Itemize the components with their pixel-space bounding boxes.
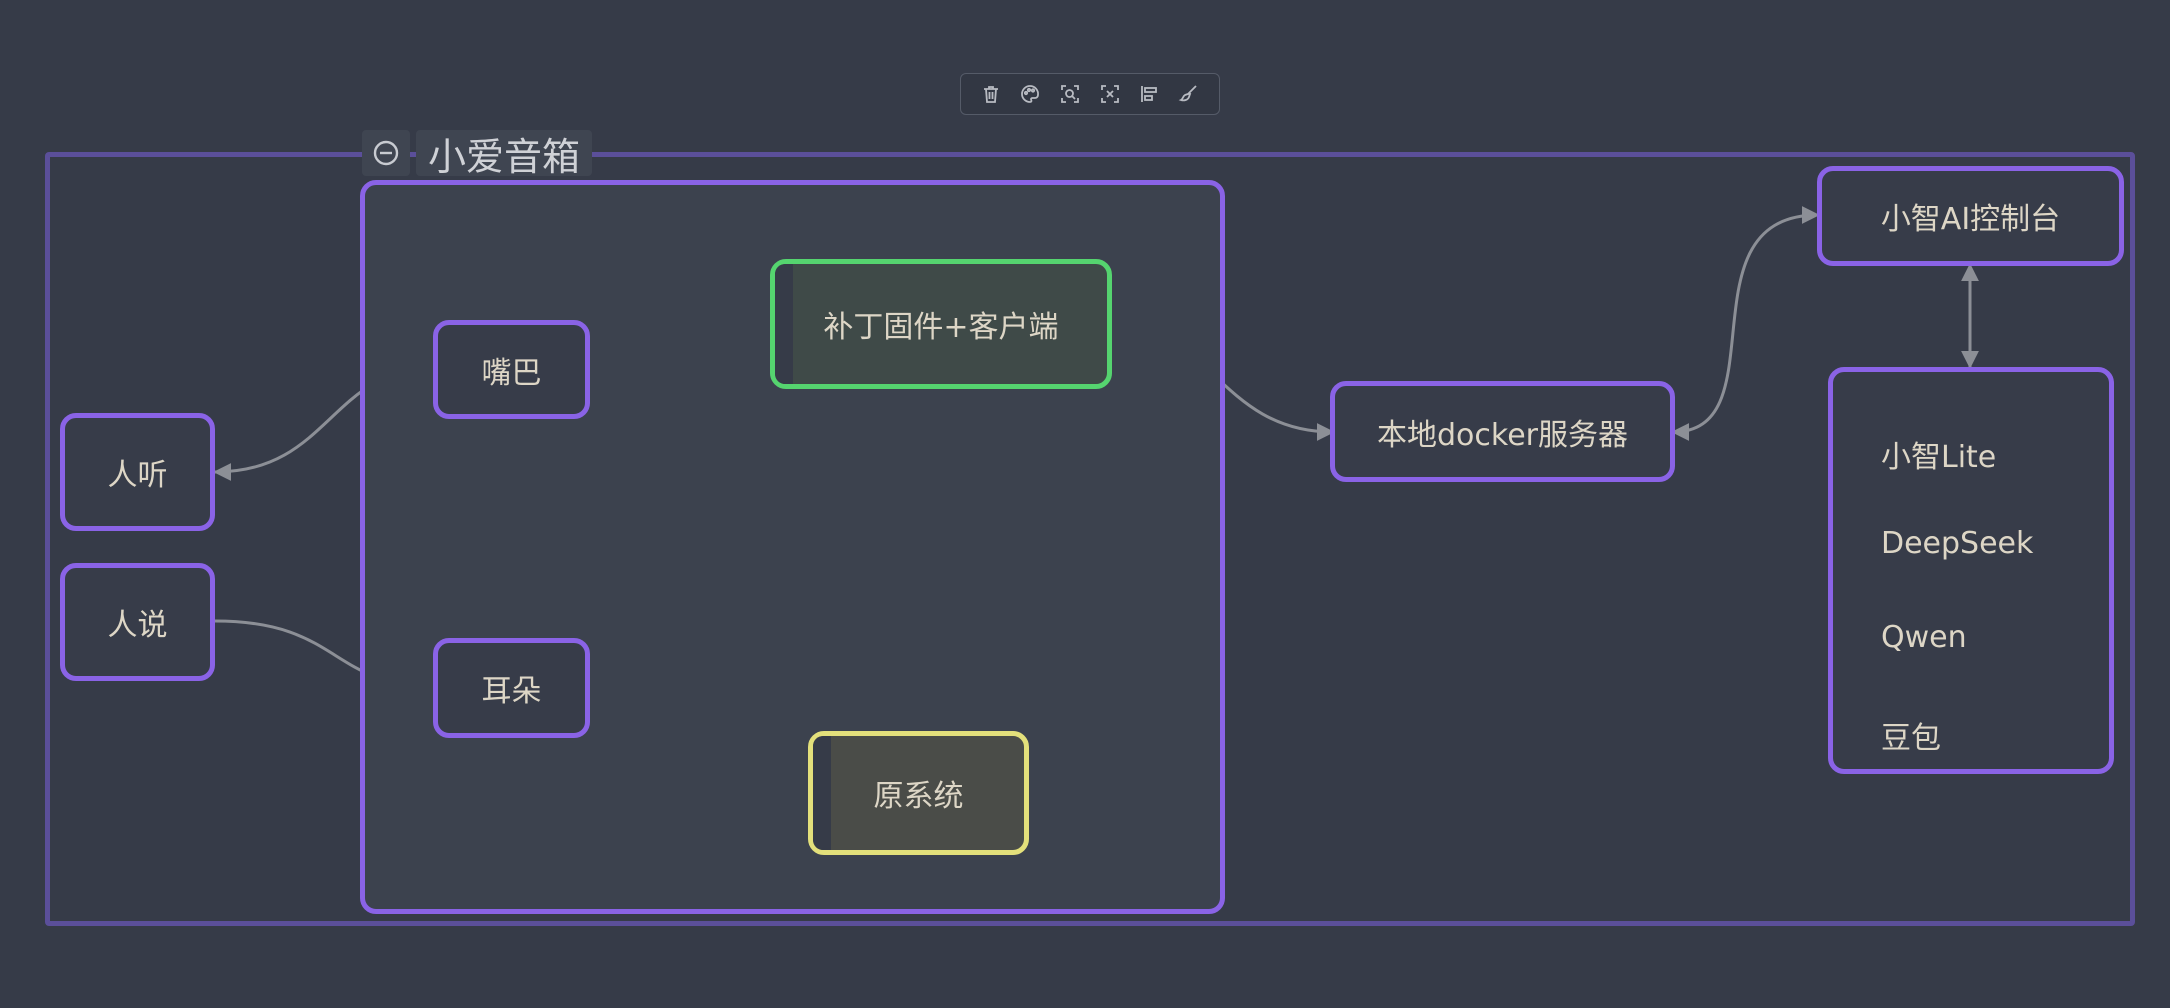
- model-item: 小智Lite: [1881, 440, 1997, 475]
- group-header: 小爱音箱: [362, 130, 593, 179]
- delete-button[interactable]: [977, 80, 1005, 108]
- node-label: 人说: [107, 608, 168, 643]
- node-ai-console[interactable]: 小智AI控制台: [1817, 166, 2124, 266]
- node-original-system[interactable]: 原系统: [808, 731, 1029, 855]
- zoom-to-selection-button[interactable]: [1056, 80, 1084, 108]
- model-item: DeepSeek: [1881, 526, 2034, 561]
- node-label: 人听: [107, 458, 168, 493]
- brush-icon: [1178, 85, 1197, 102]
- format-button[interactable]: [1175, 80, 1203, 108]
- palette-icon: [1021, 85, 1040, 103]
- node-label: 耳朵: [481, 674, 542, 709]
- node-label: 补丁固件+客户端: [823, 310, 1059, 345]
- node-mouth[interactable]: 嘴巴: [433, 320, 590, 419]
- group-title[interactable]: 小爱音箱: [416, 130, 593, 179]
- node-label: 原系统: [873, 779, 964, 814]
- node-label: 小智AI控制台: [1880, 202, 2061, 237]
- focus-button[interactable]: [1096, 80, 1124, 108]
- align-button[interactable]: [1135, 80, 1163, 108]
- zoom-fit-icon: [1061, 85, 1080, 103]
- collapse-icon: [373, 140, 399, 166]
- node-label: 本地docker服务器: [1377, 417, 1628, 453]
- align-icon: [1141, 86, 1158, 102]
- node-human-hear[interactable]: 人听: [60, 413, 215, 531]
- node-toolbar: [960, 73, 1220, 115]
- model-item: 豆包: [1881, 721, 1941, 756]
- node-local-docker[interactable]: 本地docker服务器: [1330, 381, 1675, 482]
- focus-icon: [1100, 85, 1119, 103]
- collapse-button[interactable]: [362, 130, 410, 176]
- color-button[interactable]: [1016, 80, 1044, 108]
- node-ear[interactable]: 耳朵: [433, 638, 590, 738]
- node-label: 嘴巴: [481, 355, 542, 391]
- trash-icon: [983, 86, 998, 103]
- node-human-say[interactable]: 人说: [60, 563, 215, 681]
- model-item: Qwen: [1881, 620, 1967, 655]
- node-model-list[interactable]: 小智Lite DeepSeek Qwen 豆包: [1828, 367, 2114, 774]
- node-patch-firmware[interactable]: 补丁固件+客户端: [770, 259, 1112, 389]
